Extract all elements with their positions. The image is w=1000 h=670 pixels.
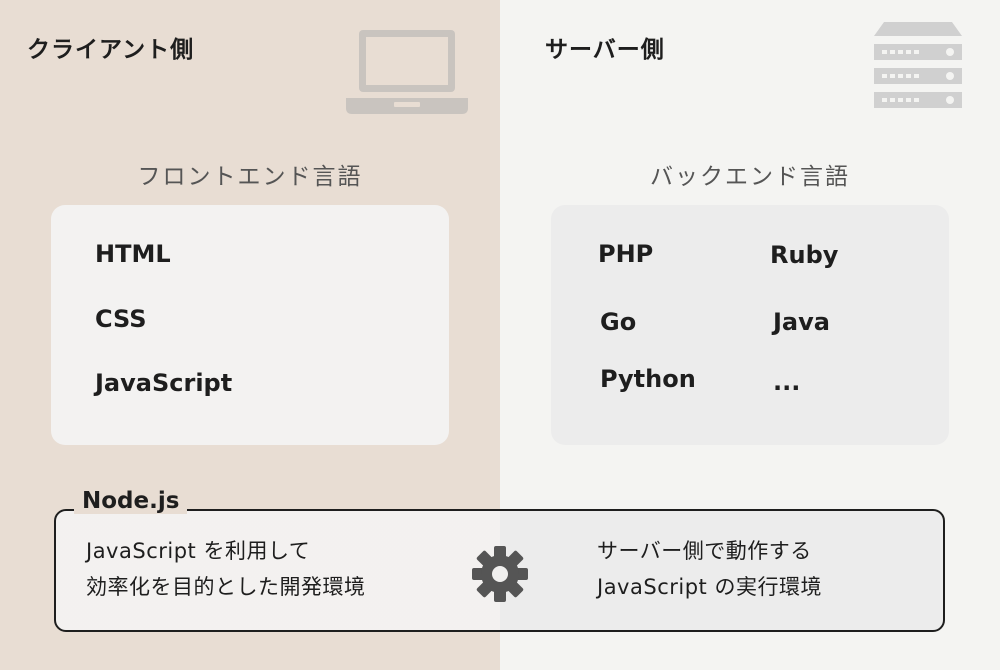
server-icon [874, 22, 962, 108]
language-ruby: Ruby [770, 241, 839, 269]
language-go: Go [600, 308, 637, 336]
language-javascript: JavaScript [95, 369, 233, 397]
language-java: Java [773, 308, 830, 336]
nodejs-label: Node.js [74, 488, 188, 514]
server-side-title: サーバー側 [545, 37, 665, 63]
nodejs-right-line-2: JavaScript の実行環境 [597, 575, 822, 599]
language-etc: ... [773, 368, 801, 396]
frontend-languages-heading: フロントエンド言語 [137, 164, 363, 190]
language-php: PHP [598, 240, 654, 268]
nodejs-right-line-1: サーバー側で動作する [597, 539, 812, 563]
gear-icon [472, 546, 528, 602]
backend-languages-heading: バックエンド言語 [650, 164, 850, 190]
nodejs-left-line-1: JavaScript を利用して [86, 539, 311, 563]
client-side-title: クライアント側 [27, 37, 195, 63]
language-css: CSS [95, 305, 147, 333]
language-python: Python [600, 365, 696, 393]
laptop-icon [346, 30, 468, 114]
language-html: HTML [95, 240, 171, 268]
nodejs-left-line-2: 効率化を目的とした開発環境 [86, 575, 366, 599]
